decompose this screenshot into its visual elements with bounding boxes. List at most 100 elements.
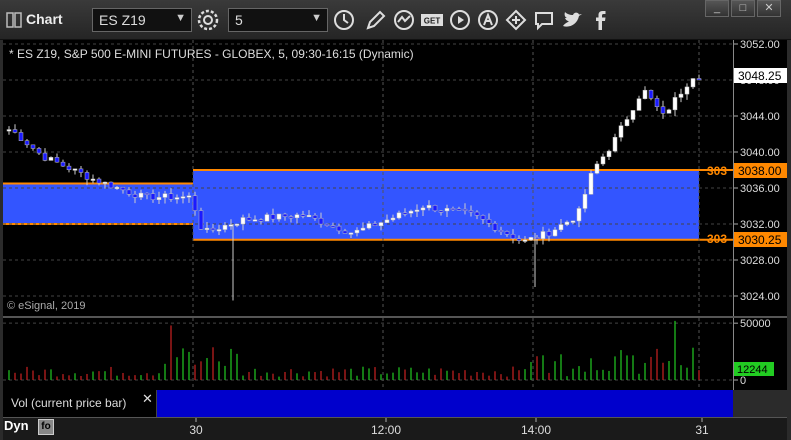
candle-body — [474, 211, 480, 216]
pencil-icon[interactable] — [364, 8, 388, 32]
zones-layer — [3, 169, 733, 241]
candle-body — [300, 214, 306, 217]
candle-body — [78, 168, 84, 173]
time-axis[interactable]: 30 12:00 14:00 31 — [3, 417, 787, 440]
level-lower-label: 3030.25 — [738, 233, 782, 247]
facebook-icon[interactable] — [588, 8, 612, 32]
time-tick-label: 31 — [695, 423, 709, 437]
price-tick-label: 3044.00 — [740, 111, 780, 123]
candle-body — [402, 212, 408, 215]
candle-body — [270, 214, 276, 220]
candle-body — [528, 237, 534, 241]
candle-body — [96, 178, 102, 184]
candle-body — [144, 192, 150, 195]
candle-body — [444, 208, 450, 212]
copyright-text: © eSignal, 2019 — [7, 300, 85, 312]
volume-panel[interactable] — [3, 318, 733, 390]
candle-body — [132, 194, 138, 198]
volume-last-label: 12244 — [737, 364, 768, 376]
close-button[interactable]: ✕ — [757, 0, 781, 17]
candle-body — [552, 229, 558, 237]
clock-icon[interactable] — [332, 8, 356, 32]
volume-axis[interactable]: 50000 0 12244 — [733, 318, 787, 390]
candle-body — [42, 152, 48, 161]
candle-body — [576, 208, 582, 222]
chevron-down-icon[interactable]: ▼ — [175, 12, 186, 24]
candle-body — [174, 197, 180, 200]
candle-body — [546, 231, 552, 237]
candle-body — [654, 98, 660, 107]
price-chart-panel[interactable]: * ES Z19, S&P 500 E-MINI FUTURES - GLOBE… — [3, 40, 733, 316]
price-axis-svg: 3052.003048.003044.003040.003036.003032.… — [734, 39, 787, 303]
candle-body — [504, 231, 510, 235]
candle-body — [126, 189, 132, 195]
candle-body — [330, 225, 336, 228]
candle-body — [594, 163, 600, 174]
candle-body — [348, 232, 354, 235]
maximize-button[interactable]: □ — [731, 0, 755, 17]
candle-body — [582, 194, 588, 209]
candle-body — [606, 150, 612, 157]
candle-body — [588, 173, 594, 195]
get-icon[interactable]: GET — [420, 8, 444, 32]
candle-body — [264, 214, 270, 222]
minimize-button[interactable]: _ — [705, 0, 729, 17]
symbol-input[interactable]: ES Z19 ▼ — [92, 8, 192, 32]
candle-body — [612, 137, 618, 152]
interval-input[interactable]: 5 ▼ — [228, 8, 328, 32]
play-icon[interactable] — [448, 8, 472, 32]
candle-body — [18, 132, 24, 141]
candle-body — [378, 222, 384, 227]
zone-rect — [193, 170, 699, 240]
candle-body — [438, 210, 444, 213]
candle-body — [222, 224, 228, 230]
link-icon[interactable] — [504, 8, 528, 32]
volume-study-label[interactable]: Vol (current price bar) — [3, 390, 157, 417]
volume-chart[interactable] — [3, 318, 733, 390]
candle-body — [648, 89, 654, 99]
price-axis[interactable]: 3052.003048.003044.003040.003036.003032.… — [733, 39, 787, 316]
candle-body — [6, 129, 12, 132]
candle-body — [384, 219, 390, 223]
zone-rect — [3, 183, 193, 224]
candle-body — [114, 186, 120, 189]
window-title: Chart — [26, 11, 63, 27]
chevron-down-icon[interactable]: ▼ — [311, 12, 322, 24]
gear-icon[interactable] — [196, 8, 220, 32]
candle-body — [324, 223, 330, 226]
price-tick-label: 3024.00 — [740, 291, 780, 303]
price-tick-label: 3052.00 — [740, 40, 780, 51]
candle-body — [276, 213, 282, 220]
candle-body — [636, 98, 642, 111]
candle-body — [624, 119, 630, 126]
candle-body — [36, 148, 42, 154]
candle-body — [216, 229, 222, 232]
study-icon[interactable] — [392, 8, 416, 32]
candle-body — [84, 172, 90, 180]
candle-body — [228, 224, 234, 227]
candle-body — [258, 219, 264, 222]
alert-icon[interactable] — [476, 8, 500, 32]
candle-body — [360, 227, 366, 231]
candle-body — [696, 78, 702, 81]
split-window-icon[interactable] — [6, 12, 22, 28]
twitter-icon[interactable] — [560, 8, 584, 32]
level-lower-short: 303 — [707, 232, 727, 246]
dynamic-mode-label[interactable]: Dyn — [4, 418, 29, 433]
level-upper-label: 3038.00 — [738, 164, 782, 178]
price-tick-label: 3036.00 — [740, 183, 780, 195]
lock-icon[interactable]: fo — [38, 419, 54, 435]
chat-icon[interactable] — [532, 8, 556, 32]
time-tick-label: 14:00 — [521, 423, 551, 437]
symbol-value: ES Z19 — [99, 12, 146, 28]
candle-body — [450, 208, 456, 211]
close-icon[interactable]: ✕ — [142, 391, 153, 407]
candle-body — [390, 217, 396, 221]
price-chart[interactable]: * ES Z19, S&P 500 E-MINI FUTURES - GLOBE… — [3, 40, 733, 316]
candle-body — [252, 219, 258, 222]
candle-body — [684, 86, 690, 95]
candle-body — [486, 219, 492, 224]
candle-body — [168, 193, 174, 200]
candle-body — [630, 110, 636, 120]
candle-body — [558, 224, 564, 231]
